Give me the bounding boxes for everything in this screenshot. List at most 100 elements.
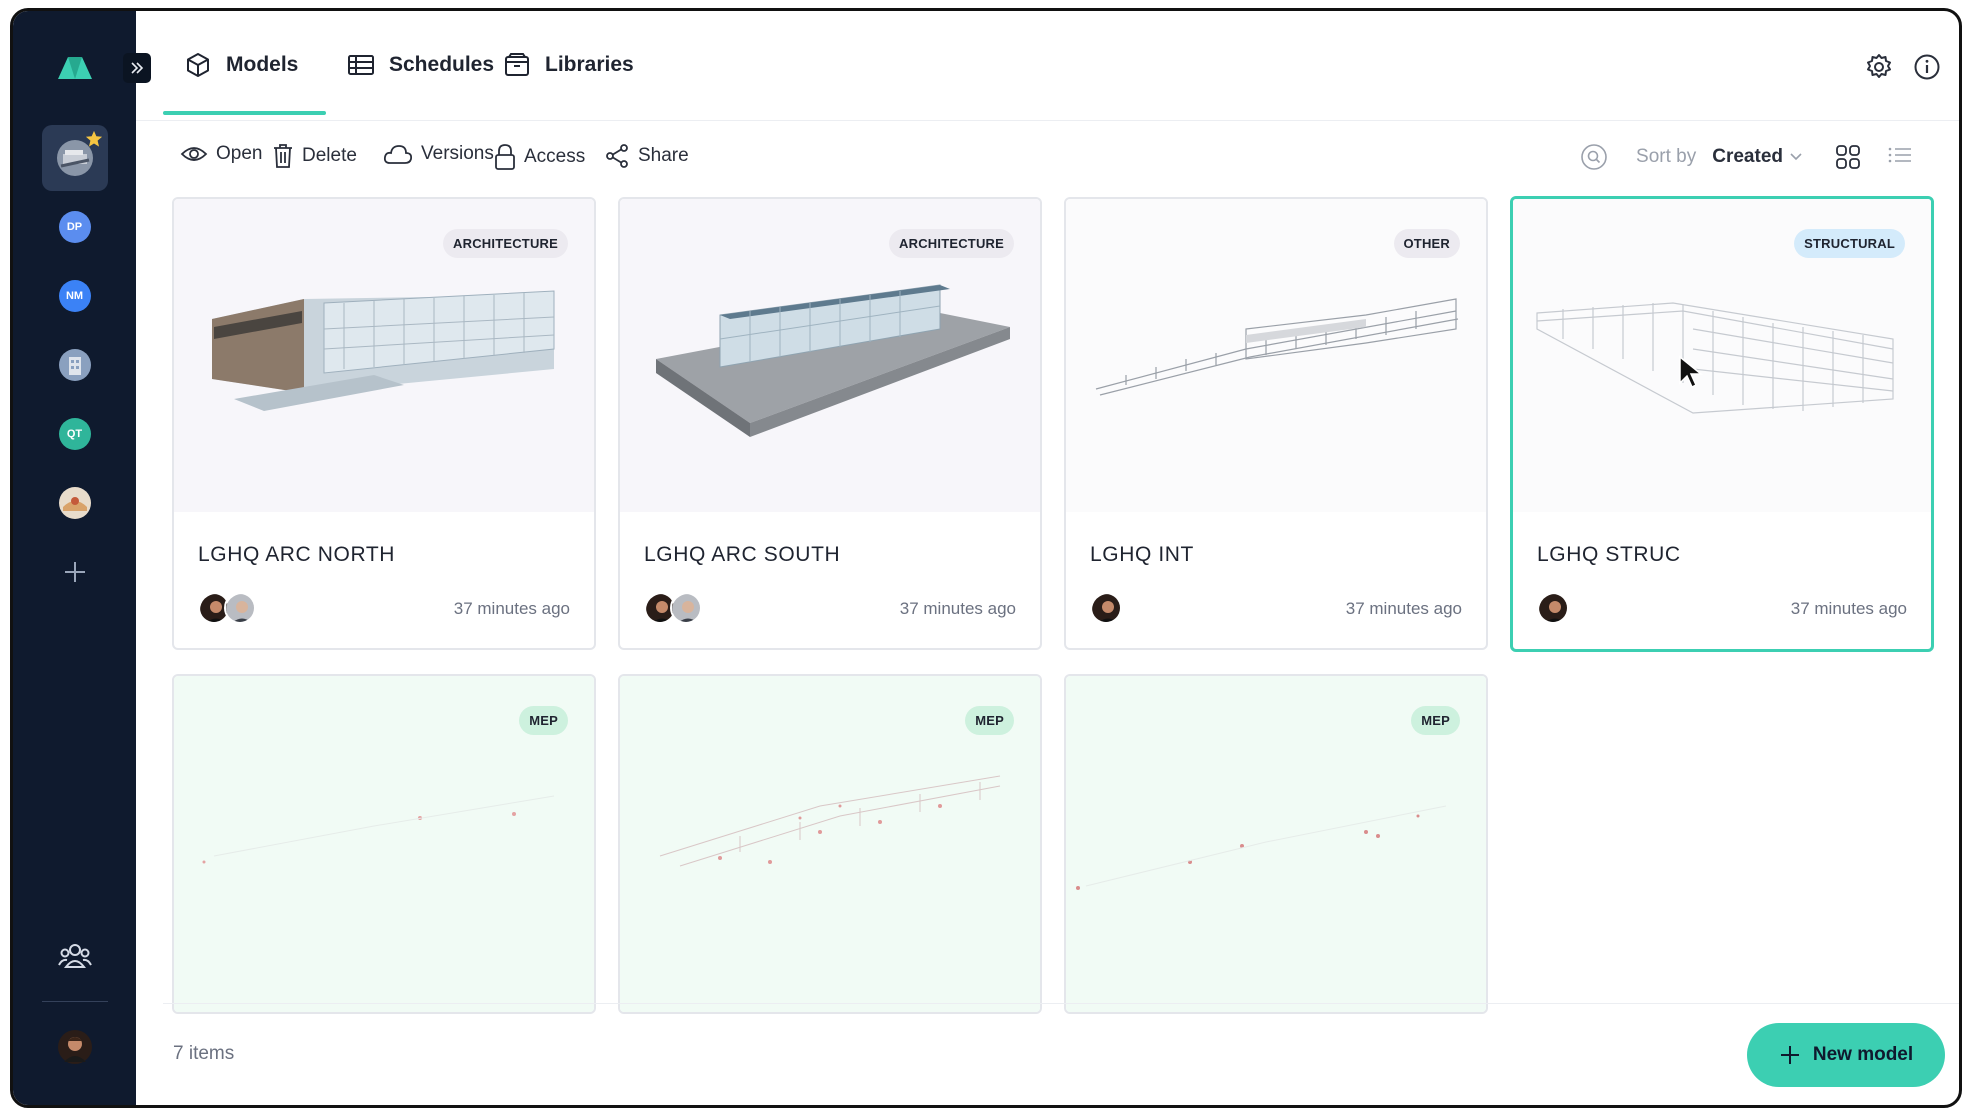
sort-by-label: Sort by — [1636, 146, 1697, 167]
sidebar: DP NM QT — [13, 11, 136, 1105]
contributor-avatar — [224, 592, 256, 624]
share-label: Share — [638, 145, 689, 166]
workspace-item-1[interactable] — [41, 125, 108, 191]
gear-icon[interactable] — [1865, 53, 1893, 81]
table-icon — [348, 55, 374, 75]
model-card[interactable]: OTHER LGHQ INT 37 minutes ago — [1064, 197, 1488, 650]
workspace-item-nm[interactable]: NM — [42, 263, 108, 329]
model-thumbnail: MEP — [1066, 676, 1486, 1012]
open-button[interactable]: Open — [180, 143, 262, 165]
model-card-selected[interactable]: STRUCTURAL LGHQ STRUC 37 minutes ago — [1510, 196, 1934, 652]
grid-view-icon[interactable] — [1835, 144, 1861, 170]
cloud-icon — [383, 145, 413, 164]
share-button[interactable]: Share — [604, 143, 689, 169]
expand-sidebar-button[interactable] — [123, 53, 151, 83]
tab-schedules[interactable]: Schedules — [347, 45, 494, 85]
category-badge: ARCHITECTURE — [889, 229, 1014, 258]
tab-models[interactable]: Models — [184, 45, 298, 85]
footer-divider — [163, 1003, 1959, 1004]
category-badge: MEP — [965, 706, 1014, 735]
active-tab-indicator — [163, 111, 326, 115]
app-logo-icon[interactable] — [56, 51, 94, 81]
delete-label: Delete — [302, 145, 357, 166]
toolbar: Open Delete Versions Access Share Sort b… — [136, 121, 1959, 191]
workspace-image-icon — [58, 487, 91, 519]
model-card[interactable]: MEP — [1064, 674, 1488, 1014]
contributor-avatars — [198, 592, 256, 624]
mouse-cursor-icon — [1679, 355, 1704, 389]
share-icon — [606, 144, 628, 168]
category-badge: STRUCTURAL — [1794, 229, 1905, 258]
new-model-button[interactable]: New model — [1747, 1023, 1945, 1087]
workspace-list: DP NM QT — [41, 125, 108, 608]
model-thumbnail: ARCHITECTURE — [174, 199, 594, 512]
modified-time: 37 minutes ago — [453, 599, 570, 618]
model-thumbnail: OTHER — [1066, 199, 1486, 512]
info-icon[interactable] — [1913, 53, 1941, 81]
access-button[interactable]: Access — [494, 143, 585, 171]
sort-value: Created — [1712, 146, 1783, 167]
delete-button[interactable]: Delete — [272, 143, 357, 169]
model-title: LGHQ STRUC — [1537, 543, 1681, 566]
model-thumbnail: MEP — [174, 676, 594, 1012]
library-icon — [505, 53, 529, 76]
chevron-down-icon — [1790, 153, 1802, 161]
model-title: LGHQ ARC NORTH — [198, 543, 396, 566]
contributor-avatars — [1537, 592, 1569, 624]
model-card[interactable]: ARCHITECTURE LGHQ ARC NORTH 37 minutes a… — [172, 197, 596, 650]
open-label: Open — [216, 143, 263, 164]
sidebar-divider — [41, 1001, 108, 1002]
top-right-actions — [1865, 53, 1941, 81]
user-avatar[interactable] — [57, 1030, 92, 1069]
model-thumbnail: STRUCTURAL — [1513, 199, 1931, 512]
tab-label: Schedules — [389, 53, 495, 76]
category-badge: ARCHITECTURE — [443, 229, 568, 258]
model-card[interactable]: MEP — [618, 674, 1042, 1014]
tab-label: Libraries — [545, 53, 634, 76]
access-label: Access — [524, 146, 586, 167]
app-window: DP NM QT Models Schedules Libraries Open… — [10, 8, 1962, 1108]
cube-icon — [187, 53, 209, 77]
modified-time: 37 minutes ago — [1345, 599, 1462, 618]
category-badge: MEP — [519, 706, 568, 735]
sort-dropdown[interactable]: Created — [1712, 146, 1803, 168]
modified-time: 37 minutes ago — [899, 599, 1016, 618]
list-view-icon[interactable] — [1887, 145, 1913, 169]
tab-libraries[interactable]: Libraries — [503, 45, 634, 85]
team-icon[interactable] — [57, 941, 92, 971]
main-area: Models Schedules Libraries Open Delete V… — [136, 11, 1959, 1105]
plus-icon — [64, 562, 85, 582]
workspace-item-dp[interactable]: DP — [42, 194, 108, 260]
sidebar-bottom — [13, 941, 136, 1105]
versions-button[interactable]: Versions — [383, 143, 494, 165]
workspace-item-4[interactable] — [42, 332, 108, 398]
model-title: LGHQ INT — [1090, 543, 1194, 566]
contributor-avatars — [644, 592, 702, 624]
workspace-avatar: QT — [58, 418, 91, 450]
search-icon[interactable] — [1580, 143, 1608, 171]
item-count: 7 items — [173, 1043, 235, 1064]
model-card[interactable]: MEP — [172, 674, 596, 1014]
contributor-avatar — [1090, 592, 1122, 624]
workspace-item-qt[interactable]: QT — [42, 401, 108, 467]
workspace-item-6[interactable] — [42, 470, 108, 536]
workspace-avatar: NM — [58, 280, 91, 312]
building-thumbnail-icon — [58, 349, 91, 381]
category-badge: MEP — [1411, 706, 1460, 735]
model-thumbnail: ARCHITECTURE — [620, 199, 1040, 512]
star-icon — [85, 130, 102, 147]
model-card[interactable]: ARCHITECTURE LGHQ ARC SOUTH 37 minutes a… — [618, 197, 1042, 650]
category-badge: OTHER — [1393, 229, 1460, 258]
versions-label: Versions — [421, 143, 494, 164]
add-workspace-button[interactable] — [42, 539, 108, 605]
contributor-avatar — [670, 592, 702, 624]
plus-icon — [1780, 1046, 1799, 1064]
workspace-avatar: DP — [58, 211, 91, 243]
new-model-label: New model — [1812, 1044, 1914, 1065]
user-avatar-icon — [57, 1030, 92, 1064]
tab-label: Models — [226, 53, 299, 76]
eye-icon — [180, 147, 208, 161]
sort-controls: Sort by Created — [1580, 143, 1913, 171]
trash-icon — [274, 144, 292, 168]
model-thumbnail: MEP — [620, 676, 1040, 1012]
